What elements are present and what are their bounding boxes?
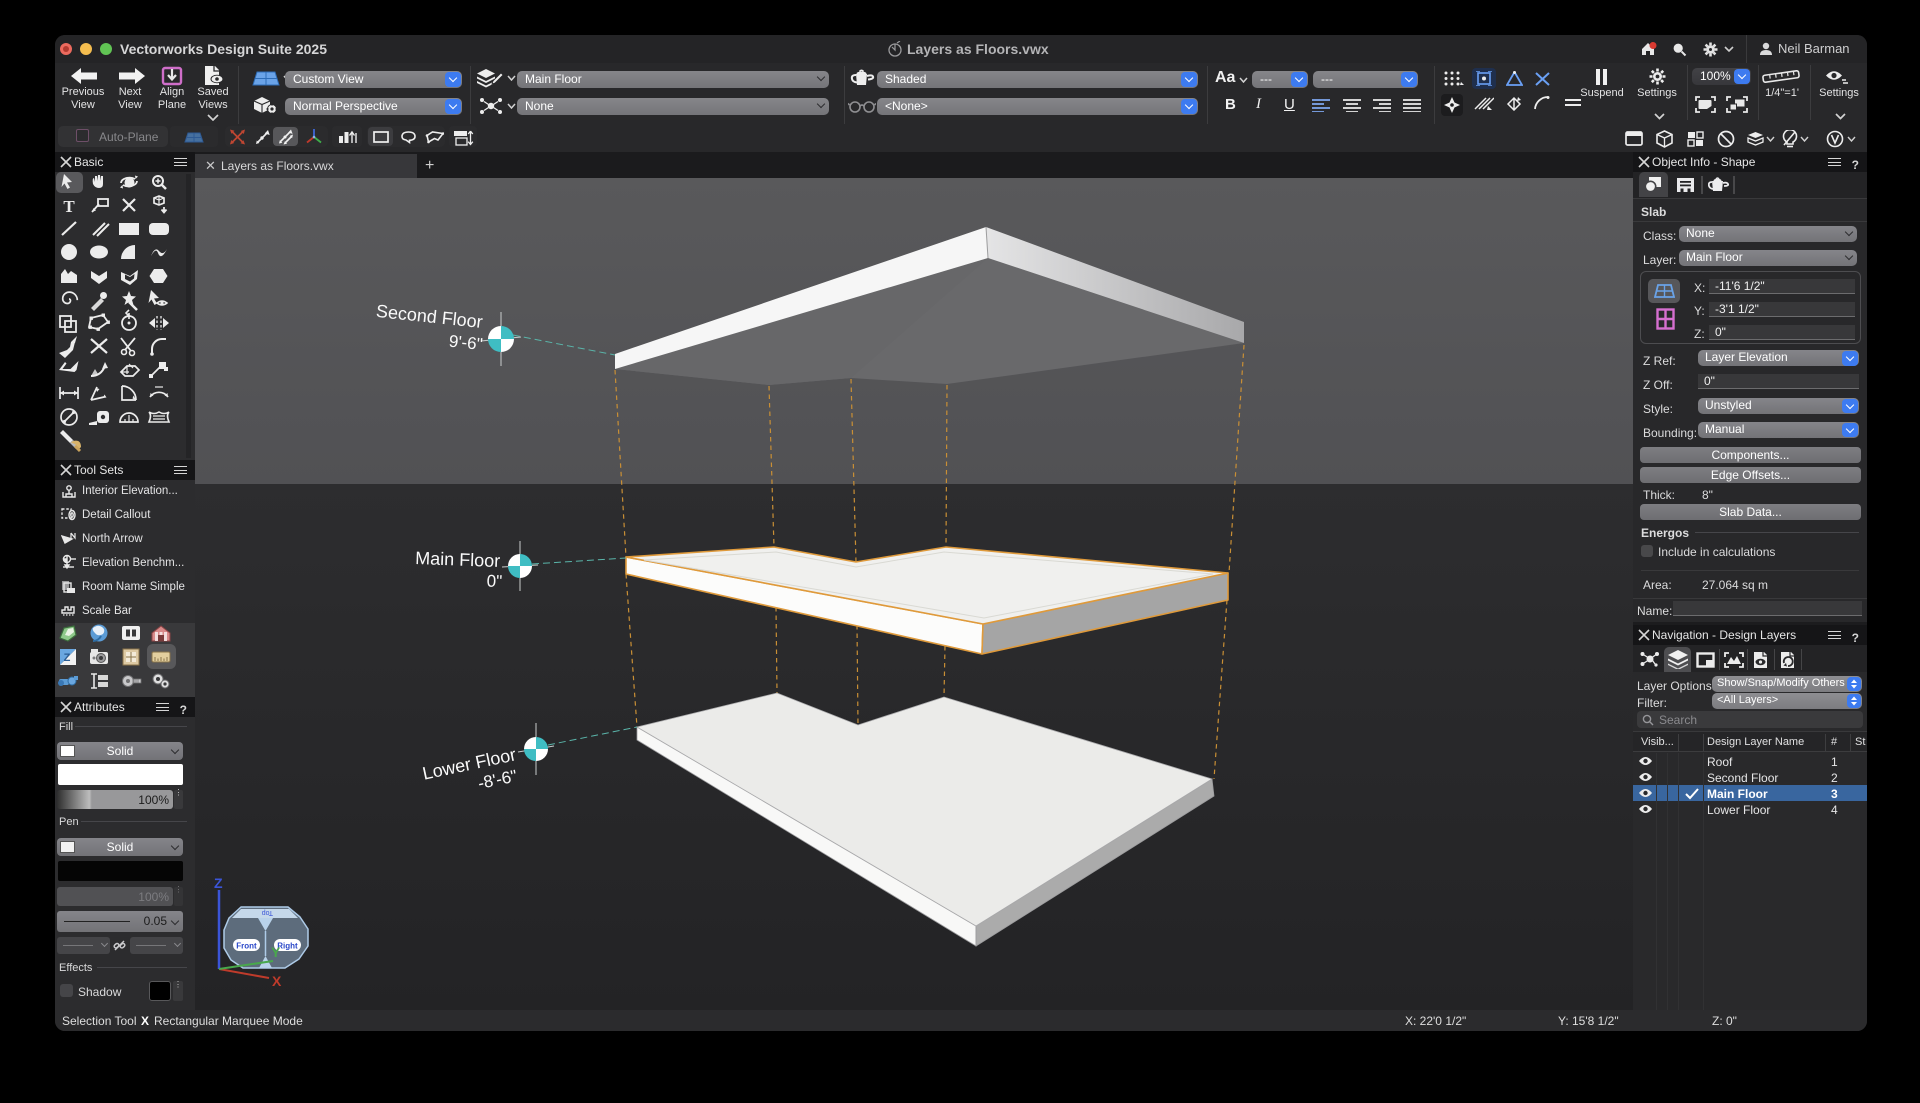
svg-text:Z: Z: [64, 652, 71, 664]
svg-text:X: X: [272, 973, 282, 989]
svg-text:Y: Y: [271, 944, 281, 960]
svg-text:Top: Top: [262, 909, 273, 916]
svg-text:T: T: [63, 197, 75, 216]
svg-text:Z: Z: [214, 875, 223, 891]
svg-text:Front: Front: [236, 942, 257, 951]
svg-text:Right: Right: [277, 942, 298, 951]
svg-text:0": 0": [486, 571, 502, 591]
svg-text:Main Floor: Main Floor: [415, 548, 501, 571]
svg-text:9'-6": 9'-6": [448, 332, 484, 354]
